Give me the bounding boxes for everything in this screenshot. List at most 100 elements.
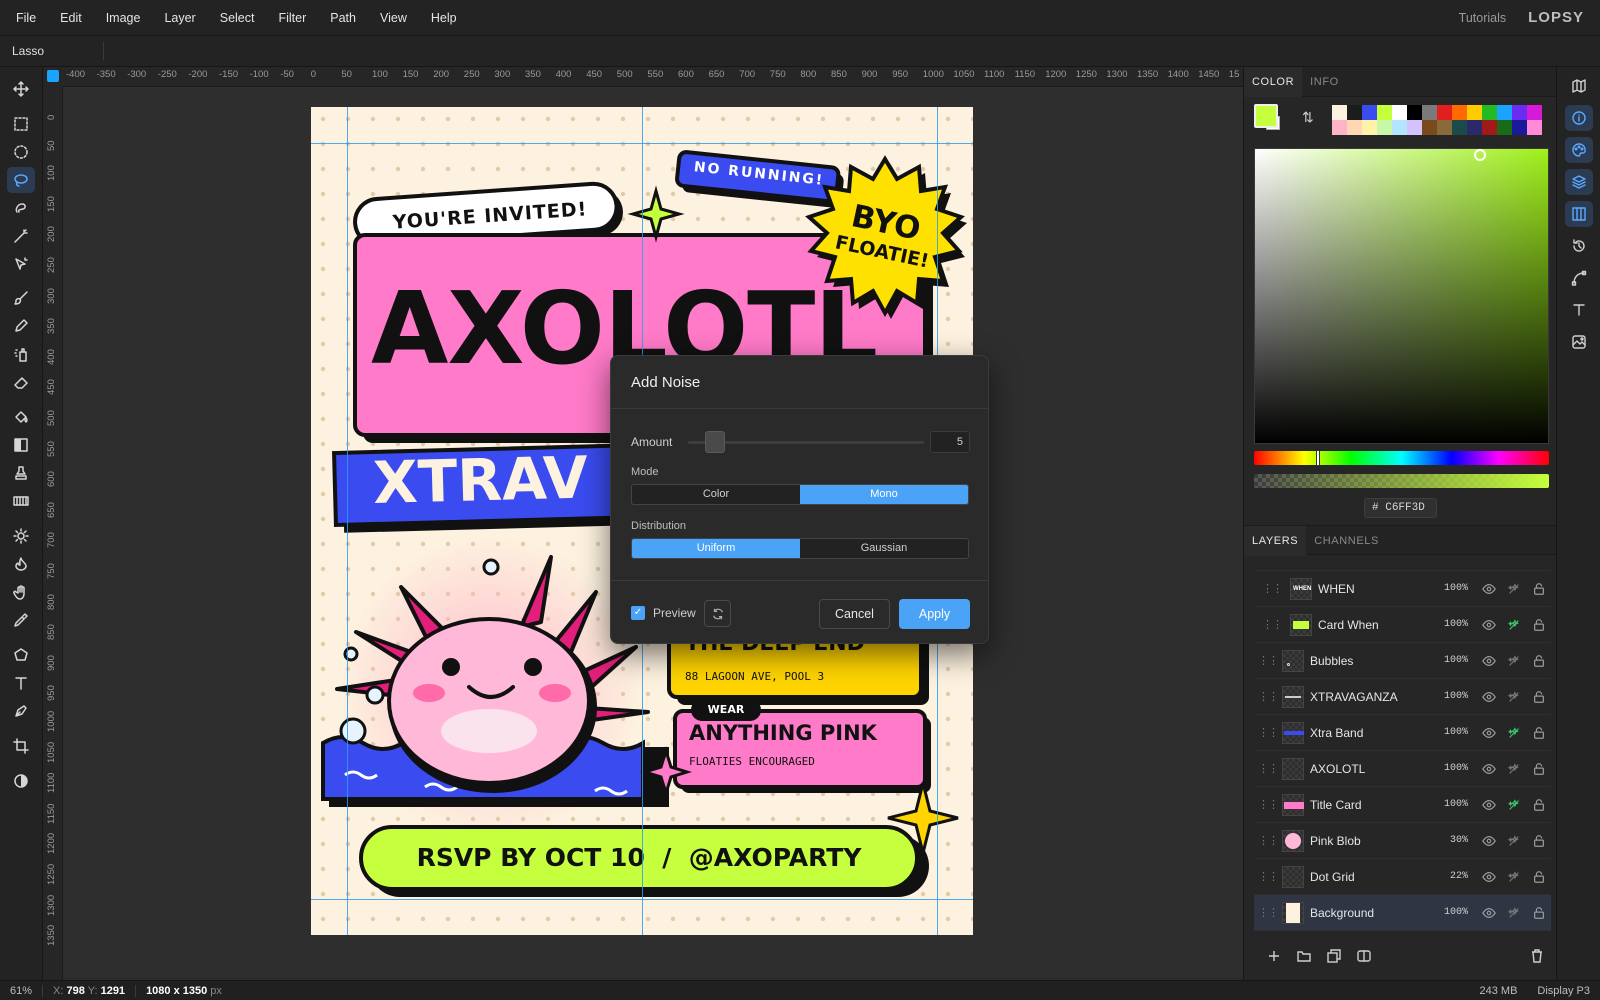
lock-icon[interactable] — [1526, 690, 1551, 704]
palette-swatch[interactable] — [1482, 120, 1497, 135]
menu-help[interactable]: Help — [419, 11, 469, 25]
palette-swatch[interactable] — [1527, 120, 1542, 135]
lock-icon[interactable] — [1526, 906, 1551, 920]
foreground-color-swatch[interactable] — [1254, 104, 1278, 128]
object-select-icon[interactable] — [7, 251, 35, 277]
apply-button[interactable]: Apply — [899, 599, 970, 629]
lock-icon[interactable] — [1526, 870, 1551, 884]
layer-row[interactable]: ⋮⋮ Pink Blob 30% — [1254, 823, 1551, 859]
layer-opacity[interactable]: 100% — [1438, 691, 1468, 702]
layer-row[interactable]: ⋮⋮ Title Card 100% — [1254, 787, 1551, 823]
drag-handle-icon[interactable]: ⋮⋮ — [1254, 798, 1282, 811]
layer-opacity[interactable]: 100% — [1438, 655, 1468, 666]
palette-swatch[interactable] — [1437, 105, 1452, 120]
tab-channels[interactable]: CHANNELS — [1306, 526, 1387, 556]
palette-swatch[interactable] — [1497, 105, 1512, 120]
palette-swatch[interactable] — [1392, 120, 1407, 135]
guide-horizontal[interactable] — [311, 143, 973, 144]
menu-filter[interactable]: Filter — [266, 11, 318, 25]
hex-input[interactable]: # C6FF3D — [1364, 498, 1437, 518]
layer-row[interactable]: ⋮⋮ Dot Grid 22% — [1254, 859, 1551, 895]
visibility-eye-icon[interactable] — [1476, 654, 1501, 668]
visibility-eye-icon[interactable] — [1476, 762, 1501, 776]
shape-tool-icon[interactable] — [7, 642, 35, 668]
preview-toggle[interactable]: ✓ Preview — [631, 606, 696, 620]
visibility-eye-icon[interactable] — [1476, 906, 1501, 920]
layer-row[interactable]: ⋮⋮ XTRAVAGANZA 100% — [1254, 679, 1551, 715]
reset-button[interactable] — [704, 600, 731, 627]
layer-effects-icon[interactable] — [1501, 870, 1526, 884]
hand-tool-icon[interactable] — [7, 579, 35, 605]
amount-input[interactable]: 5 — [930, 431, 970, 453]
layer-opacity[interactable]: 100% — [1438, 583, 1468, 594]
layer-opacity[interactable]: 100% — [1438, 619, 1468, 630]
layer-opacity[interactable]: 22% — [1438, 871, 1468, 882]
layer-row[interactable]: ⋮⋮ Bubbles 100% — [1254, 643, 1551, 679]
tutorials-link[interactable]: Tutorials — [1459, 11, 1506, 25]
layer-effects-icon[interactable] — [1501, 834, 1526, 848]
layer-effects-icon[interactable] — [1501, 762, 1526, 776]
palette-swatch[interactable] — [1512, 120, 1527, 135]
image-adjust-icon[interactable] — [1565, 329, 1593, 355]
alpha-slider[interactable] — [1254, 474, 1549, 488]
layer-opacity[interactable]: 100% — [1438, 907, 1468, 918]
drag-handle-icon[interactable]: ⋮⋮ — [1254, 690, 1282, 703]
drag-handle-icon[interactable]: ⋮⋮ — [1254, 906, 1282, 919]
palette-swatch[interactable] — [1392, 105, 1407, 120]
palette-swatch[interactable] — [1362, 105, 1377, 120]
tab-color[interactable]: COLOR — [1244, 66, 1303, 97]
visibility-eye-icon[interactable] — [1476, 798, 1501, 812]
layer-opacity[interactable]: 100% — [1438, 763, 1468, 774]
color-picker-handle[interactable] — [1474, 149, 1486, 161]
palette-swatch[interactable] — [1527, 105, 1542, 120]
amount-slider[interactable] — [688, 430, 925, 453]
layer-row[interactable]: ⋮⋮ Background 100% — [1254, 895, 1551, 931]
layer-effects-icon[interactable] — [1501, 726, 1526, 740]
stamp-tool-icon[interactable] — [7, 460, 35, 486]
palette-swatch[interactable] — [1467, 120, 1482, 135]
layer-effects-icon[interactable] — [1501, 798, 1526, 812]
palette-swatch[interactable] — [1512, 105, 1527, 120]
brush-tool-icon[interactable] — [7, 285, 35, 311]
hue-slider-thumb[interactable] — [1316, 450, 1320, 466]
palette-swatch[interactable] — [1422, 120, 1437, 135]
pattern-tool-icon[interactable] — [7, 488, 35, 514]
menu-view[interactable]: View — [368, 11, 419, 25]
fill-bucket-icon[interactable] — [7, 404, 35, 430]
lock-icon[interactable] — [1526, 618, 1551, 632]
drag-handle-icon[interactable]: ⋮⋮ — [1254, 618, 1290, 631]
visibility-eye-icon[interactable] — [1476, 618, 1501, 632]
menu-path[interactable]: Path — [318, 11, 368, 25]
menu-layer[interactable]: Layer — [152, 11, 207, 25]
add-layer-icon[interactable] — [1266, 948, 1282, 964]
lock-icon[interactable] — [1526, 654, 1551, 668]
guide-vertical[interactable] — [347, 107, 348, 935]
palette-swatch[interactable] — [1347, 105, 1362, 120]
visibility-eye-icon[interactable] — [1476, 582, 1501, 596]
layer-mask-icon[interactable] — [1356, 948, 1372, 964]
swap-colors-icon[interactable]: ⇅ — [1302, 109, 1314, 126]
layer-row[interactable]: ⋮⋮ AXOLOTL 100% — [1254, 751, 1551, 787]
delete-layer-icon[interactable] — [1529, 948, 1545, 964]
paths-icon[interactable] — [1565, 265, 1593, 291]
visibility-eye-icon[interactable] — [1476, 726, 1501, 740]
amount-slider-thumb[interactable] — [705, 430, 726, 453]
layer-effects-icon[interactable] — [1501, 582, 1526, 596]
lasso-tool-icon[interactable] — [7, 167, 35, 193]
layer-row[interactable]: ⋮⋮ WHEN WHEN 100% — [1254, 571, 1551, 607]
tab-info[interactable]: INFO — [1302, 67, 1347, 97]
palette-icon[interactable] — [1565, 137, 1593, 163]
layer-effects-icon[interactable] — [1501, 906, 1526, 920]
palette-swatch[interactable] — [1332, 105, 1347, 120]
palette-swatch[interactable] — [1437, 120, 1452, 135]
duplicate-layer-icon[interactable] — [1326, 948, 1342, 964]
character-icon[interactable] — [1565, 297, 1593, 323]
move-tool-icon[interactable] — [7, 76, 35, 102]
layer-row[interactable]: ⋮⋮ Card When 100% — [1254, 607, 1551, 643]
drag-handle-icon[interactable]: ⋮⋮ — [1254, 762, 1282, 775]
lock-icon[interactable] — [1526, 582, 1551, 596]
spray-tool-icon[interactable] — [7, 341, 35, 367]
burn-tool-icon[interactable] — [7, 551, 35, 577]
layer-opacity[interactable]: 100% — [1438, 727, 1468, 738]
visibility-eye-icon[interactable] — [1476, 834, 1501, 848]
